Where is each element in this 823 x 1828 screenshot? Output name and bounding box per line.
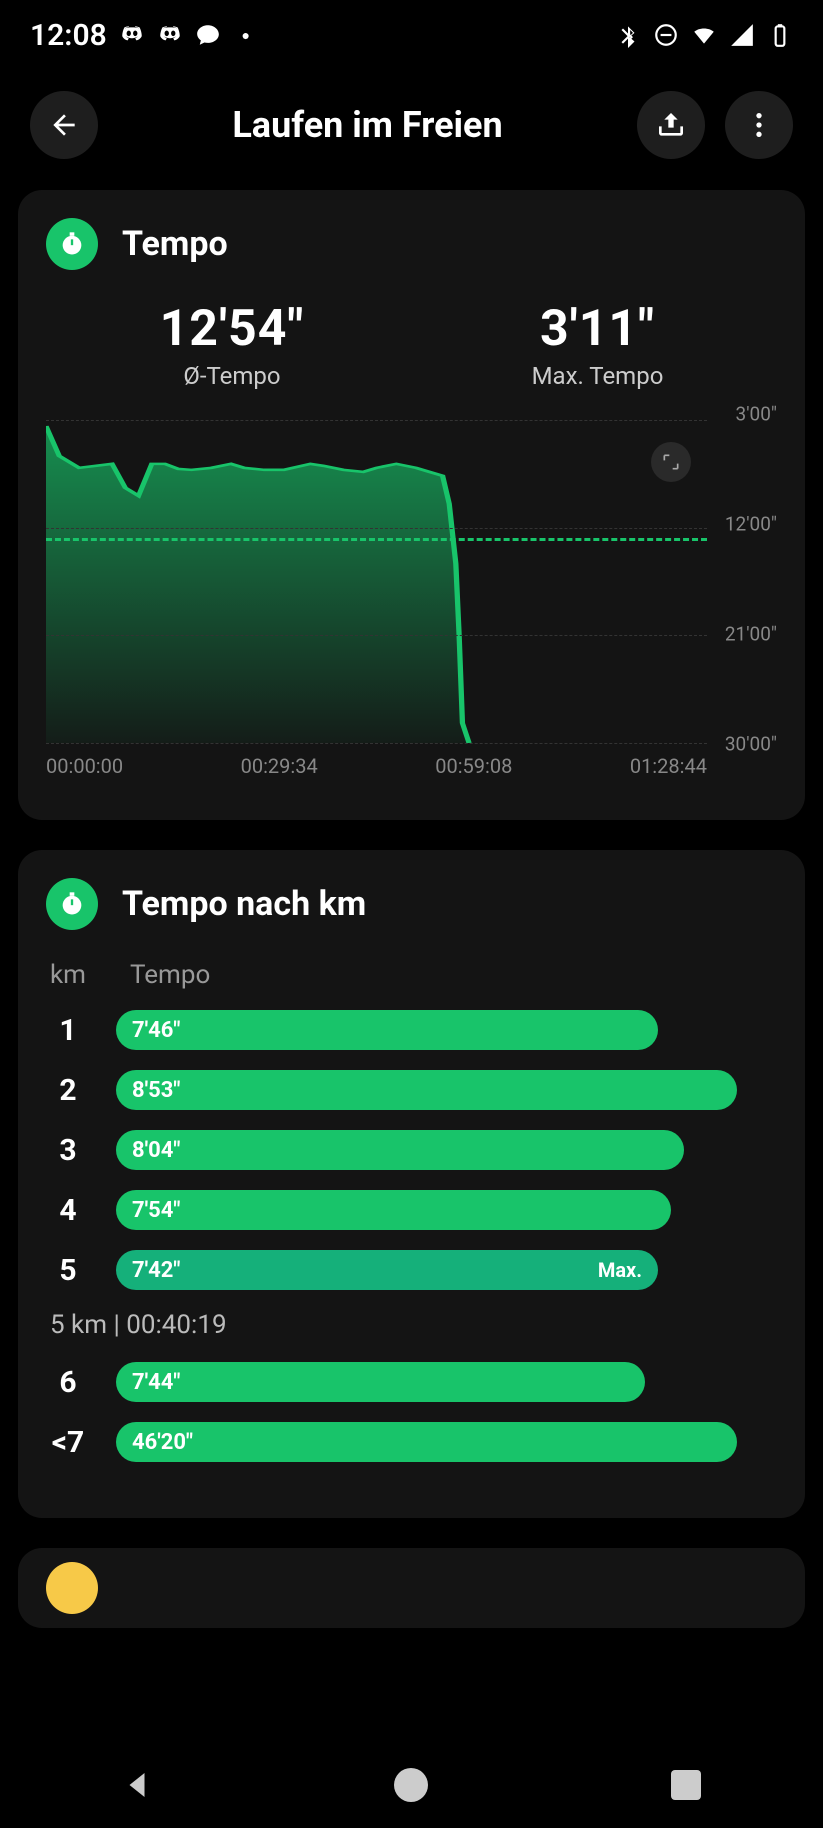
split-milestone-note: 5 km | 00:40:19	[50, 1310, 777, 1340]
split-bar: 46'20"	[116, 1422, 737, 1462]
max-pace-value: 3'11"	[532, 300, 664, 358]
split-km: 5	[46, 1253, 90, 1288]
split-km: 1	[46, 1013, 90, 1048]
tempo-title: Tempo	[122, 224, 228, 264]
splits-column-headers: km Tempo	[46, 960, 777, 990]
page-title: Laufen im Freien	[118, 104, 617, 146]
split-row: 6 7'44"	[46, 1362, 777, 1402]
max-pace-label: Max. Tempo	[532, 362, 664, 390]
nav-home-button[interactable]	[381, 1755, 441, 1815]
stopwatch-icon	[46, 878, 98, 930]
split-tempo: 7'42"	[132, 1258, 180, 1283]
status-time: 12:08	[30, 18, 107, 53]
y-tick: 12'00"	[725, 513, 777, 536]
avg-pace-value: 12'54"	[160, 300, 305, 358]
avg-pace-label: Ø-Tempo	[160, 362, 305, 390]
splits-title: Tempo nach km	[122, 884, 366, 924]
split-tempo: 7'46"	[132, 1018, 180, 1043]
wifi-icon	[691, 22, 717, 48]
bluetooth-icon	[615, 22, 641, 48]
split-tempo: 7'54"	[132, 1198, 180, 1223]
more-button[interactable]	[725, 91, 793, 159]
split-km: 3	[46, 1133, 90, 1168]
split-bar: 7'46"	[116, 1010, 658, 1050]
avg-pace-line	[46, 538, 707, 541]
split-tempo: 46'20"	[132, 1430, 193, 1455]
x-tick: 00:29:34	[241, 754, 318, 784]
avg-pace-stat: 12'54" Ø-Tempo	[160, 300, 305, 390]
system-nav-bar	[0, 1742, 823, 1828]
splits-card: Tempo nach km km Tempo 1 7'46" 2 8'53" 3 8'04…	[18, 850, 805, 1518]
y-tick: 3'00"	[736, 403, 777, 426]
y-tick: 30'00"	[725, 733, 777, 756]
y-tick: 21'00"	[725, 623, 777, 646]
split-row: 1 7'46"	[46, 1010, 777, 1050]
split-bar: 7'54"	[116, 1190, 671, 1230]
x-tick: 00:59:08	[435, 754, 512, 784]
max-pace-stat: 3'11" Max. Tempo	[532, 300, 664, 390]
cell-signal-icon	[729, 22, 755, 48]
split-tempo: 8'53"	[132, 1078, 180, 1103]
split-km: 4	[46, 1193, 90, 1228]
stopwatch-icon	[46, 218, 98, 270]
app-bar: Laufen im Freien	[0, 70, 823, 180]
col-tempo: Tempo	[130, 960, 210, 990]
col-km: km	[50, 960, 94, 990]
discord-icon	[157, 22, 183, 48]
pace-chart: 3'00"12'00"21'00"30'00" 00:00:0000:29:34…	[46, 414, 777, 784]
battery-icon	[767, 22, 793, 48]
split-bar: 7'44"	[116, 1362, 645, 1402]
tempo-card: Tempo 12'54" Ø-Tempo 3'11" Max. Tempo 3'…	[18, 190, 805, 820]
x-tick: 01:28:44	[630, 754, 707, 784]
split-row: 2 8'53"	[46, 1070, 777, 1110]
dnd-icon	[653, 22, 679, 48]
split-km: 2	[46, 1073, 90, 1108]
next-card-peek	[18, 1548, 805, 1628]
nav-back-button[interactable]	[107, 1755, 167, 1815]
split-tempo: 7'44"	[132, 1370, 180, 1395]
split-bar: 8'53"	[116, 1070, 737, 1110]
split-row: 4 7'54"	[46, 1190, 777, 1230]
chat-icon	[195, 22, 221, 48]
back-button[interactable]	[30, 91, 98, 159]
split-km: 6	[46, 1365, 90, 1400]
discord-icon	[119, 22, 145, 48]
split-max-label: Max.	[598, 1258, 642, 1282]
split-row: 3 8'04"	[46, 1130, 777, 1170]
x-tick: 00:00:00	[46, 754, 123, 784]
split-row: 5 7'42" Max.	[46, 1250, 777, 1290]
nav-recent-button[interactable]	[656, 1755, 716, 1815]
status-left: 12:08 ●	[30, 18, 259, 53]
split-km: <7	[46, 1425, 90, 1460]
split-bar: 7'42" Max.	[116, 1250, 658, 1290]
content-scroll[interactable]: Tempo 12'54" Ø-Tempo 3'11" Max. Tempo 3'…	[0, 180, 823, 1748]
peek-icon	[46, 1562, 98, 1614]
split-row: <7 46'20"	[46, 1422, 777, 1462]
status-bar: 12:08 ●	[0, 0, 823, 70]
share-button[interactable]	[637, 91, 705, 159]
expand-chart-button[interactable]	[651, 442, 691, 482]
status-right	[615, 22, 793, 48]
dot-icon: ●	[233, 22, 259, 48]
split-tempo: 8'04"	[132, 1138, 180, 1163]
split-bar: 8'04"	[116, 1130, 684, 1170]
